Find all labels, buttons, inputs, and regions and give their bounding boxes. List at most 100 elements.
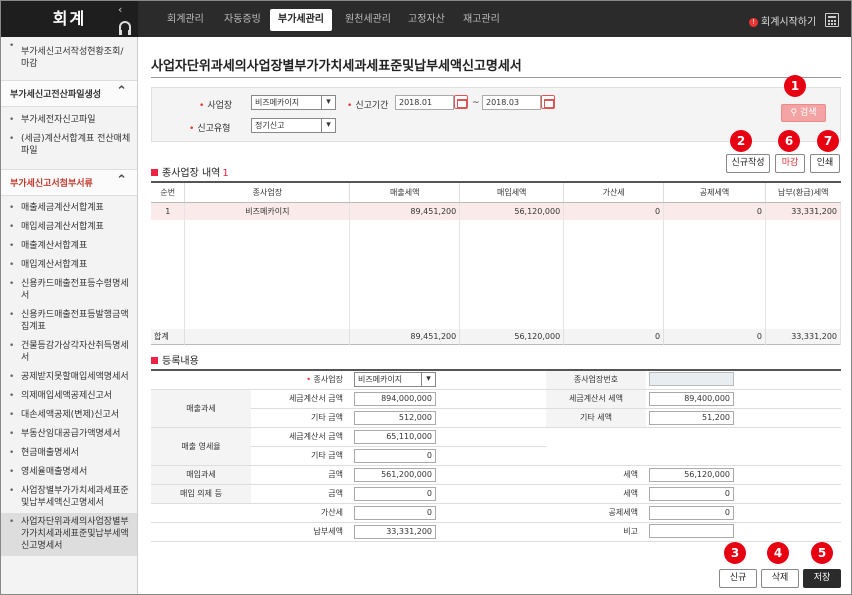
purchase-amount-input[interactable]: 561,200,000 <box>354 467 436 482</box>
sidebar-item[interactable]: 건물등감가상각자산취득명세서 <box>1 337 137 368</box>
sidebar-item[interactable]: 신용카드매출전표등수령명세서 <box>1 275 137 306</box>
sidebar-item-e-filing-file[interactable]: 부가세전자신고파일 <box>1 111 137 130</box>
bizno-field <box>649 371 734 386</box>
callout-badge: 5 <box>811 542 833 564</box>
sidebar-item[interactable]: 영세율매출명세서 <box>1 463 137 482</box>
section-bullet-icon <box>151 357 158 364</box>
field-label: 세금계산서 금액 <box>251 427 351 447</box>
main-content: 사업자단위과세의사업장별부가가치세과세표준및납부세액신고명세서 • 사업장 비즈메… <box>138 37 852 594</box>
table-cell: 1 <box>151 202 186 220</box>
field-label: 공제세액 <box>546 503 646 523</box>
sidebar-item[interactable]: 공제받지못할매입세액명세서 <box>1 368 137 387</box>
table-cell: 33,331,200 <box>765 202 842 220</box>
sum-cell: 33,331,200 <box>765 329 842 345</box>
field-label: 금액 <box>251 484 351 504</box>
sidebar-item[interactable]: 사업장별부가가치세과세표준및납부세액신고명세서 <box>1 482 137 513</box>
sidebar-item[interactable]: 대손세액공제(변제)신고서 <box>1 406 137 425</box>
sidebar-item-selected[interactable]: 사업자단위과세의사업장별부가가치세과세표준및납부세액신고명세서 <box>1 513 137 556</box>
sidebar-item-report-status[interactable]: 부가세신고서작성현황조회/마감 <box>1 37 137 74</box>
field-label: 가산세 <box>251 503 351 523</box>
zr-other-amount-input[interactable]: 0 <box>354 448 436 463</box>
section-bullet-icon <box>151 169 158 176</box>
search-icon: ⚲ <box>790 108 798 118</box>
tax-invoice-tax-input[interactable]: 89,400,000 <box>649 391 734 406</box>
tax-invoice-amount-input[interactable]: 894,000,000 <box>354 391 436 406</box>
tab-fixed-assets[interactable]: 고정자산 <box>400 9 453 31</box>
chevron-down-icon[interactable]: ▾ <box>421 373 435 387</box>
calculator-icon[interactable] <box>825 13 839 27</box>
field-label: 세금계산서 세액 <box>546 389 646 409</box>
sidebar-item[interactable]: 신용카드매출전표등발행금액집계표 <box>1 306 137 337</box>
sidebar-item[interactable]: 매입계산서합계표 <box>1 256 137 275</box>
business-select[interactable]: 비즈메카이지 ▾ <box>251 95 336 110</box>
calendar-icon[interactable] <box>541 95 555 109</box>
sum-row: 합계 89,451,200 56,120,000 0 0 33,331,200 <box>151 329 842 345</box>
column-header: 순번 <box>151 182 186 203</box>
delete-button[interactable]: 삭제 <box>761 569 799 588</box>
top-navigation-bar: 회계 ‹ 회계관리 자동증빙 부가세관리 원천세관리 고정자산 재고관리 ! 회계… <box>1 1 851 37</box>
headset-icon[interactable] <box>119 21 131 35</box>
chevron-down-icon[interactable]: ▾ <box>321 119 335 132</box>
table-cell: 비즈메카이지 <box>184 202 351 220</box>
sidebar-group-e-filing[interactable]: 부가세신고전산파일생성 ⌃ <box>1 80 137 107</box>
search-button[interactable]: ⚲ 검색 <box>781 104 826 122</box>
column-header: 공제세액 <box>663 182 766 203</box>
purchase-tax-label: 매입과세 <box>151 465 251 485</box>
deduct-input[interactable]: 0 <box>649 505 734 520</box>
tab-auto-evidence[interactable]: 자동증빙 <box>216 9 269 31</box>
callout-badge: 3 <box>724 542 746 564</box>
save-button[interactable]: 저장 <box>803 569 841 588</box>
period-from-input[interactable]: 2018.01 <box>395 95 454 110</box>
purchase-tax-input[interactable]: 56,120,000 <box>649 467 734 482</box>
start-accounting-button[interactable]: ! 회계시작하기 <box>749 13 816 28</box>
period-to-input[interactable]: 2018.03 <box>482 95 541 110</box>
title-divider <box>151 77 841 78</box>
sidebar-item-invoice-media-file[interactable]: (세금)계산서합계표 전산매체파일 <box>1 130 137 161</box>
new-button[interactable]: 신규 <box>719 569 757 588</box>
field-label: 기타 세액 <box>546 408 646 428</box>
column-header: 종사업장 <box>184 182 351 203</box>
other-tax-input[interactable]: 51,200 <box>649 410 734 425</box>
business-label: • 사업장 <box>199 101 233 111</box>
sidebar-item[interactable]: 현금매출명세서 <box>1 444 137 463</box>
sidebar-item[interactable]: 매입세금계산서합계표 <box>1 218 137 237</box>
tab-inventory[interactable]: 재고관리 <box>455 9 508 31</box>
callout-badge: 1 <box>784 75 806 97</box>
tab-withholding-tax[interactable]: 원천세관리 <box>337 9 399 31</box>
chevron-down-icon[interactable]: ▾ <box>321 96 335 109</box>
sidebar-group-attachments[interactable]: 부가세신고서첨부서류 ⌃ <box>1 169 137 196</box>
registration-form: • 종사업장 비즈메카이지 ▾ 종사업장번호 매출과세 세금계산서 금액 894,… <box>151 369 841 542</box>
sales-tax-label: 매출과세 <box>151 389 251 428</box>
field-label: 세금계산서 금액 <box>251 389 351 409</box>
new-entry-button[interactable]: 신규작성 <box>726 154 770 173</box>
report-type-select[interactable]: 정기신고 ▾ <box>251 118 336 133</box>
tab-vat-management[interactable]: 부가세관리 <box>270 9 332 31</box>
sidebar-item[interactable]: 매출세금계산서합계표 <box>1 199 137 218</box>
sub-business-table: 순번 종사업장 매출세액 매입세액 가산세 공제세액 납부(환급)세액 1 비즈… <box>151 181 842 331</box>
table-row[interactable]: 1 비즈메카이지 89,451,200 56,120,000 0 0 33,33… <box>151 202 842 220</box>
payable-input[interactable]: 33,331,200 <box>354 524 436 539</box>
registration-section-title: 등록내용 <box>151 352 199 367</box>
print-button[interactable]: 인쇄 <box>810 154 840 173</box>
deemed-tax-input[interactable]: 0 <box>649 486 734 501</box>
chevron-up-icon[interactable]: ⌃ <box>116 84 127 99</box>
tab-accounting[interactable]: 회계관리 <box>159 9 212 31</box>
field-label: 세액 <box>546 484 646 504</box>
app-window: 회계 ‹ 회계관리 자동증빙 부가세관리 원천세관리 고정자산 재고관리 ! 회계… <box>0 0 852 595</box>
sidebar-item[interactable]: 매출계산서합계표 <box>1 237 137 256</box>
deemed-label: 매입 의제 등 <box>151 484 251 504</box>
period-label: • 신고기간 <box>347 101 389 111</box>
sidebar-item[interactable]: 부동산임대공급가액명세서 <box>1 425 137 444</box>
collapse-sidebar-icon[interactable]: ‹ <box>118 3 122 16</box>
calendar-icon[interactable] <box>454 95 468 109</box>
zr-invoice-amount-input[interactable]: 65,110,000 <box>354 429 436 444</box>
biz-select[interactable]: 비즈메카이지 ▾ <box>354 372 436 388</box>
note-input[interactable] <box>649 523 734 538</box>
deemed-amount-input[interactable]: 0 <box>354 486 436 501</box>
callout-badge: 6 <box>778 130 800 152</box>
other-amount-input[interactable]: 512,000 <box>354 410 436 425</box>
close-period-button[interactable]: 마감 <box>775 154 805 173</box>
chevron-up-icon[interactable]: ⌃ <box>116 173 127 188</box>
sidebar-item[interactable]: 의제매입세액공제신고서 <box>1 387 137 406</box>
addtax-input[interactable]: 0 <box>354 505 436 520</box>
